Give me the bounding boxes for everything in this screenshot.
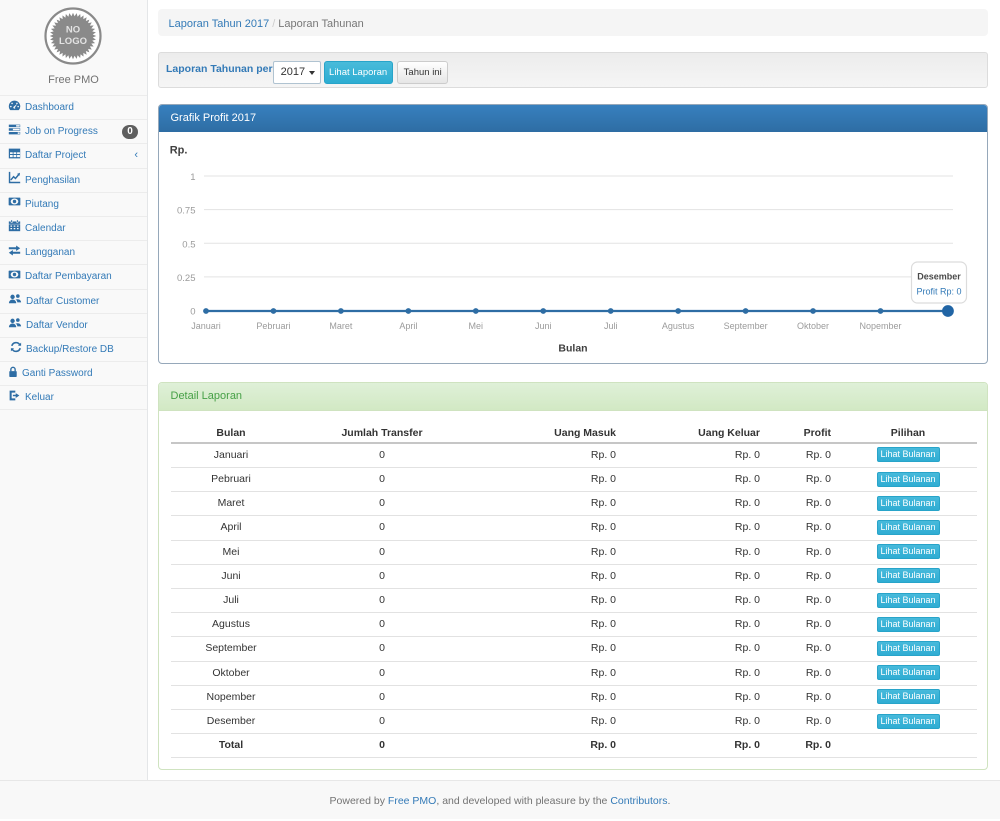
svg-text:0.5: 0.5 bbox=[182, 239, 195, 250]
svg-text:0: 0 bbox=[190, 307, 195, 318]
svg-text:Nopember: Nopember bbox=[859, 321, 901, 331]
svg-text:Juni: Juni bbox=[535, 321, 552, 331]
svg-text:Desember: Desember bbox=[917, 272, 961, 282]
svg-text:Juli: Juli bbox=[604, 321, 618, 331]
svg-text:Maret: Maret bbox=[329, 321, 353, 331]
svg-text:0.25: 0.25 bbox=[177, 273, 196, 284]
svg-text:Agustus: Agustus bbox=[662, 321, 695, 331]
svg-text:Mei: Mei bbox=[469, 321, 484, 331]
svg-text:April: April bbox=[399, 321, 417, 331]
svg-text:September: September bbox=[724, 321, 768, 331]
svg-text:Bulan: Bulan bbox=[558, 343, 587, 355]
svg-text:Oktober: Oktober bbox=[797, 321, 829, 331]
svg-text:Profit Rp: 0: Profit Rp: 0 bbox=[916, 287, 961, 297]
svg-text:Rp.: Rp. bbox=[170, 145, 188, 157]
svg-text:NO: NO bbox=[66, 25, 80, 36]
svg-text:Januari: Januari bbox=[191, 321, 221, 331]
svg-text:LOGO: LOGO bbox=[59, 36, 87, 47]
svg-text:1: 1 bbox=[190, 172, 195, 183]
svg-text:0.75: 0.75 bbox=[177, 206, 196, 217]
svg-text:Pebruari: Pebruari bbox=[256, 321, 290, 331]
